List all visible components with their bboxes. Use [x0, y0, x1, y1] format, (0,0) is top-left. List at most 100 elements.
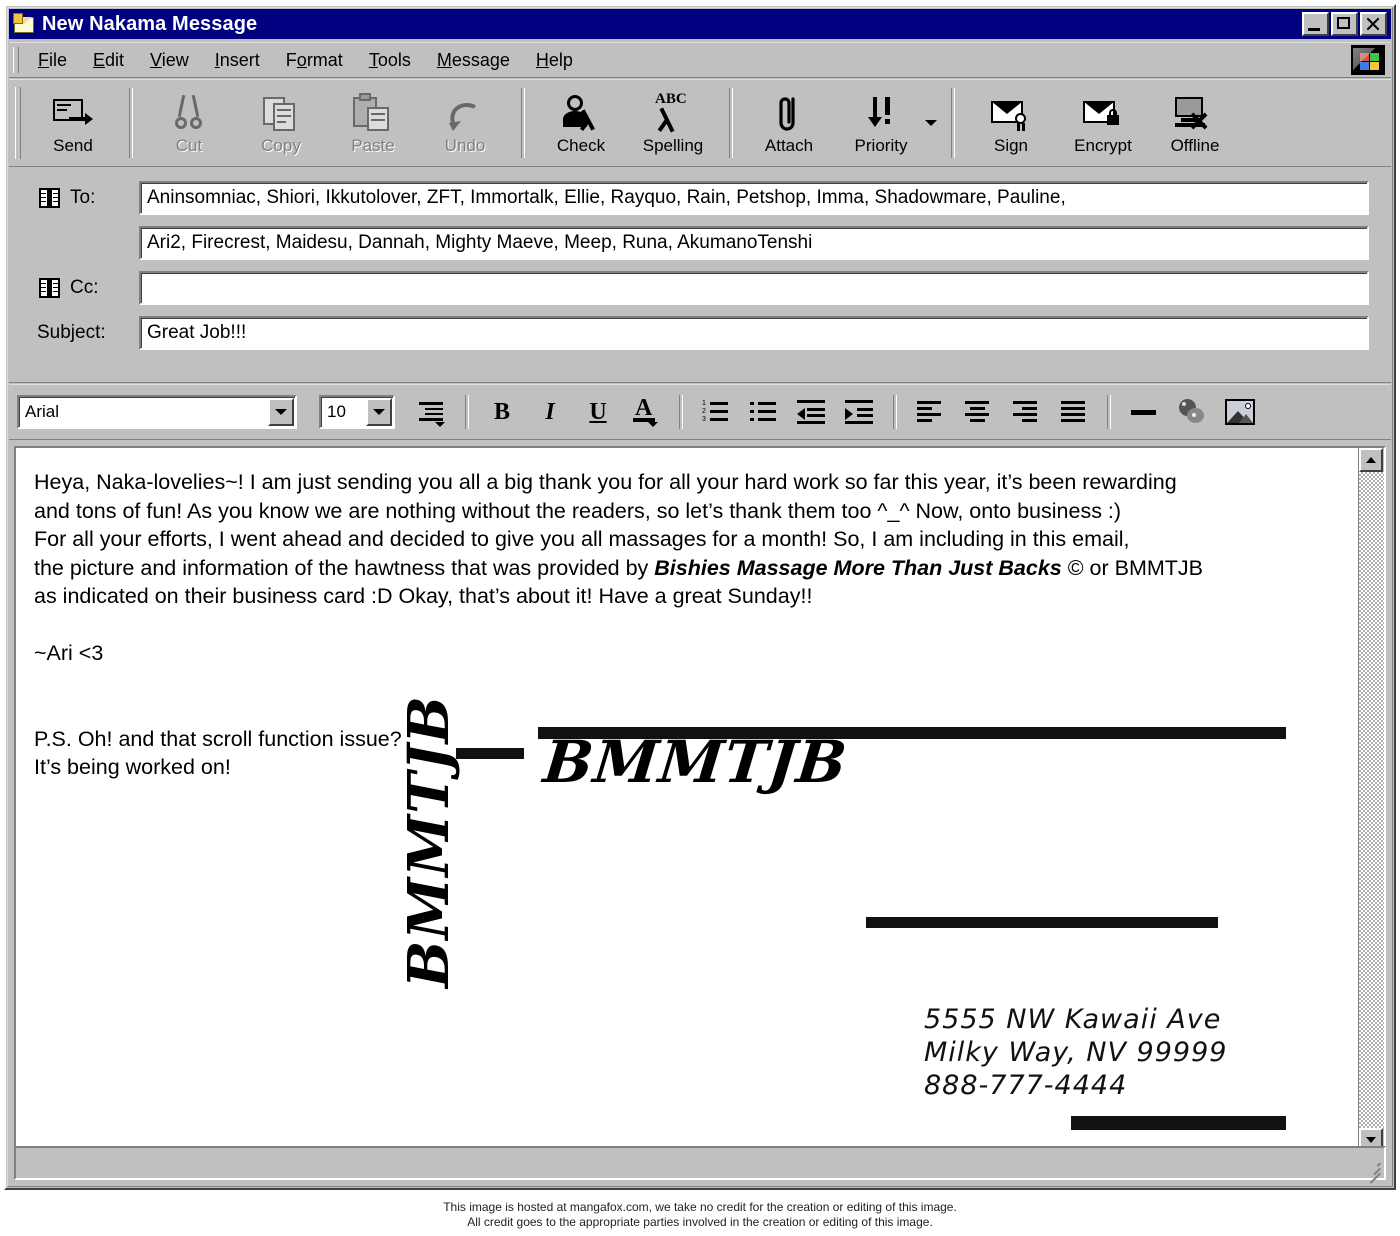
to-input-line2[interactable]: Ari2, Firecrest, Maidesu, Dannah, Mighty… [139, 226, 1369, 260]
numbered-list-button[interactable]: 1 2 3 [695, 391, 737, 433]
menu-item-help[interactable]: Help [523, 46, 586, 75]
menu-item-format[interactable]: Format [273, 46, 356, 75]
encrypt-button[interactable]: Encrypt [1057, 83, 1149, 163]
menu-item-message[interactable]: Message [424, 46, 523, 75]
justify-icon [1061, 401, 1087, 423]
menu-drag-grip[interactable] [13, 47, 19, 73]
font-name-combobox[interactable]: Arial [17, 395, 297, 429]
body-signature: ~Ari <3 [34, 641, 104, 665]
priority-dropdown-arrow[interactable] [921, 83, 941, 163]
send-icon [51, 93, 95, 135]
font-name-dropdown-arrow[interactable] [268, 398, 294, 426]
align-center-button[interactable] [957, 391, 999, 433]
align-right-button[interactable] [1005, 391, 1047, 433]
check-names-button[interactable]: Check [535, 83, 627, 163]
font-size-combobox[interactable]: 10 [319, 395, 395, 429]
to-input-line1[interactable]: Aninsomniac, Shiori, Ikkutolover, ZFT, I… [139, 181, 1369, 215]
underline-button[interactable]: U [577, 391, 619, 433]
credit-line-2: All credit goes to the appropriate parti… [467, 1215, 933, 1229]
sign-label: Sign [993, 135, 1029, 155]
sign-button[interactable]: Sign [965, 83, 1057, 163]
paste-button[interactable]: Paste [327, 83, 419, 163]
menu-item-edit[interactable]: Edit [80, 46, 137, 75]
attach-label: Attach [764, 135, 814, 155]
body-blank-1 [34, 611, 1344, 640]
main-toolbar: Send Cut Copy Paste Undo Check ABC Spell… [9, 79, 1391, 167]
cc-input[interactable] [139, 271, 1369, 305]
body-line-1: Heya, Naka-lovelies~! I am just sending … [34, 470, 1177, 494]
credit-line-1: This image is hosted at mangafox.com, we… [443, 1200, 957, 1214]
subject-input[interactable]: Great Job!!! [139, 316, 1369, 350]
cc-label: Cc: [70, 277, 99, 298]
menu-item-tools[interactable]: Tools [356, 46, 424, 75]
increase-indent-button[interactable] [839, 391, 881, 433]
formatting-toolbar: Arial 10 B I U A 1 2 3 [9, 384, 1391, 440]
paragraph-style-button[interactable] [411, 391, 453, 433]
attach-button[interactable]: Attach [743, 83, 835, 163]
resize-grip[interactable] [1364, 1159, 1382, 1184]
menu-item-insert[interactable]: Insert [202, 46, 273, 75]
encrypt-label: Encrypt [1074, 135, 1132, 155]
italic-button[interactable]: I [529, 391, 571, 433]
body-line-4: the picture and information of the hawtn… [34, 554, 1344, 583]
hosting-credit: This image is hosted at mangafox.com, we… [0, 1200, 1400, 1230]
compose-window: New Nakama Message FFileile Edit View In… [4, 4, 1396, 1190]
scroll-up-button[interactable] [1359, 448, 1383, 472]
copy-button[interactable]: Copy [235, 83, 327, 163]
message-body-area[interactable]: Heya, Naka-lovelies~! I am just sending … [14, 446, 1386, 1154]
font-size-value: 10 [327, 402, 346, 421]
priority-button[interactable]: Priority [835, 83, 927, 163]
cc-label-group[interactable]: Cc: [9, 277, 139, 299]
bulleted-list-icon [750, 401, 778, 423]
close-button[interactable] [1360, 12, 1387, 36]
font-color-icon: A [632, 396, 660, 427]
horizontal-rule-button[interactable] [1123, 391, 1165, 433]
format-separator [465, 395, 469, 429]
address-book-icon [39, 278, 61, 298]
spelling-button[interactable]: ABC Spelling [627, 83, 719, 163]
horizontal-rule-icon [1130, 401, 1158, 423]
body-line-2: and tons of fun! As you know we are noth… [34, 498, 1122, 523]
maximize-button[interactable] [1331, 12, 1358, 36]
subject-row: Subject: Great Job!!! [9, 311, 1391, 355]
menu-item-view[interactable]: View [137, 46, 202, 75]
minimize-button[interactable] [1302, 12, 1329, 36]
menu-item-file[interactable]: FFileile [25, 46, 80, 75]
send-label: Send [53, 135, 93, 155]
bulleted-list-button[interactable] [743, 391, 785, 433]
bold-button[interactable]: B [481, 391, 523, 433]
insert-link-button[interactable] [1171, 391, 1213, 433]
monitor-offline-icon [1173, 93, 1217, 135]
window-controls [1302, 12, 1387, 36]
card-address-line-2: Milky Way, NV 99999 [924, 1037, 1228, 1068]
check-names-icon [559, 93, 603, 135]
offline-button[interactable]: Offline [1149, 83, 1241, 163]
priority-label: Priority [854, 135, 908, 155]
toolbar-separator [951, 88, 955, 158]
message-envelope-icon [13, 13, 35, 35]
undo-button[interactable]: Undo [419, 83, 511, 163]
card-accent-bar-left [456, 748, 524, 759]
card-address-line-1: 5555 NW Kawaii Ave [924, 1004, 1222, 1035]
font-size-dropdown-arrow[interactable] [366, 398, 392, 426]
to-row-1: To: Aninsomniac, Shiori, Ikkutolover, ZF… [9, 176, 1391, 220]
align-left-icon [917, 401, 943, 423]
abc-check-icon: ABC [651, 91, 695, 135]
card-logo-horizontal: BMMTJB [540, 728, 851, 796]
body-vertical-scrollbar[interactable] [1358, 448, 1384, 1152]
justify-button[interactable] [1053, 391, 1095, 433]
to-label-group[interactable]: To: [9, 187, 139, 209]
cc-row: Cc: [9, 266, 1391, 310]
font-color-button[interactable]: A [625, 391, 667, 433]
decrease-indent-button[interactable] [791, 391, 833, 433]
offline-label: Offline [1170, 135, 1220, 155]
send-button[interactable]: Send [27, 83, 119, 163]
toolbar-drag-grip[interactable] [15, 87, 21, 159]
insert-picture-button[interactable] [1219, 391, 1261, 433]
priority-arrow-icon [859, 93, 903, 135]
cut-button[interactable]: Cut [143, 83, 235, 163]
align-left-button[interactable] [909, 391, 951, 433]
card-address: 5555 NW Kawaii Ave Milky Way, NV 99999 8… [924, 1003, 1227, 1102]
scrollbar-track[interactable] [1359, 472, 1384, 1128]
paste-icon [351, 92, 395, 135]
